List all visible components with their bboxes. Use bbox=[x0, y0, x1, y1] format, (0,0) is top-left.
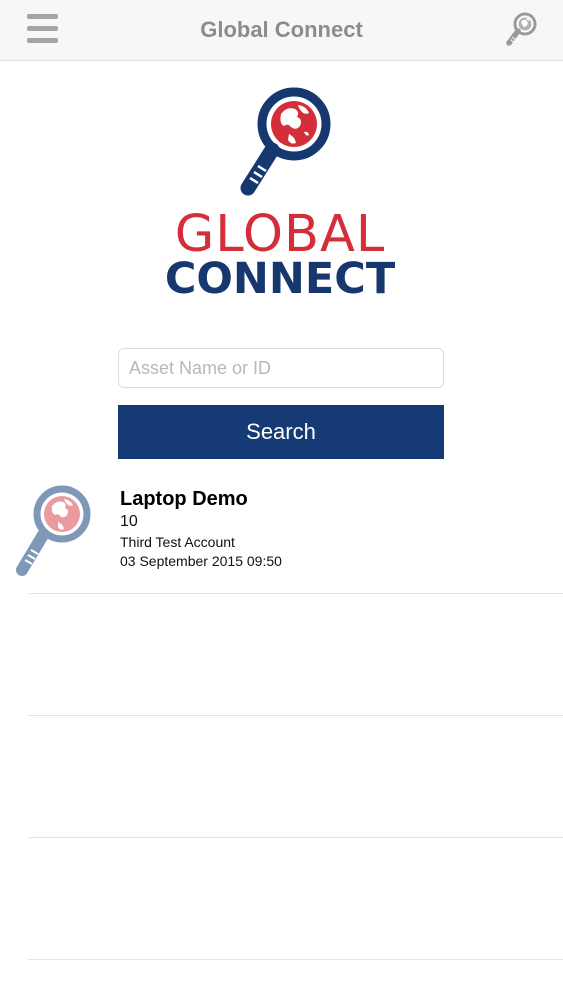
nav-title: Global Connect bbox=[200, 17, 363, 42]
search-button[interactable]: Search bbox=[118, 405, 444, 459]
logo-text-global: GLOBAL bbox=[174, 205, 386, 264]
asset-id: 10 bbox=[120, 513, 138, 530]
menu-bar-line bbox=[27, 26, 58, 31]
menu-bar-line bbox=[27, 14, 58, 19]
asset-name: Laptop Demo bbox=[120, 488, 248, 510]
empty-list-row bbox=[0, 716, 563, 838]
menu-button[interactable] bbox=[27, 14, 59, 46]
result-list-item[interactable]: Laptop Demo 10 Third Test Account 03 Sep… bbox=[0, 472, 563, 594]
nav-search-button[interactable] bbox=[502, 10, 542, 50]
empty-list-row bbox=[0, 838, 563, 960]
logo-text-connect: CONNECT bbox=[164, 254, 396, 304]
brand-logo: GLOBAL CONNECT bbox=[160, 84, 400, 304]
magnifier-globe-icon bbox=[506, 12, 537, 46]
asset-date: 03 September 2015 09:50 bbox=[120, 553, 282, 569]
empty-list-row bbox=[0, 594, 563, 716]
magnifier-globe-icon bbox=[240, 87, 331, 196]
asset-account: Third Test Account bbox=[120, 534, 235, 550]
nav-bar: Global Connect bbox=[0, 0, 563, 61]
magnifier-globe-icon bbox=[16, 485, 91, 576]
app-screen: Global Connect GLOBAL CONNECT Asset Name… bbox=[0, 0, 563, 1000]
row-divider bbox=[28, 959, 563, 960]
asset-search-input[interactable] bbox=[118, 348, 444, 388]
menu-bar-line bbox=[27, 38, 58, 43]
